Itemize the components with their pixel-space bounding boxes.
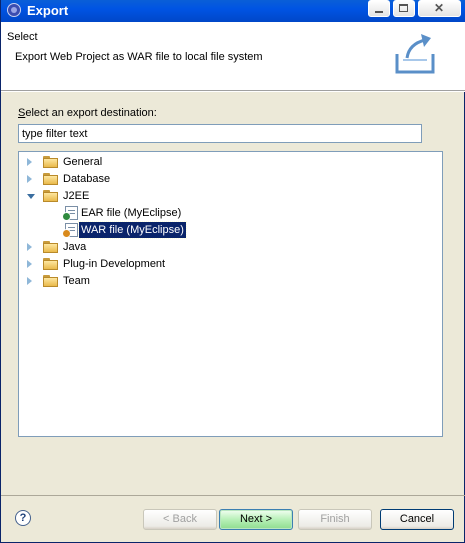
folder-icon <box>43 173 59 185</box>
window-title: Export <box>27 3 69 18</box>
folder-open-icon <box>43 190 59 202</box>
folder-icon <box>43 258 59 270</box>
tree-item-label: Team <box>63 275 90 287</box>
close-button[interactable]: ✕ <box>418 0 461 17</box>
tree-item-label: EAR file (MyEclipse) <box>81 207 182 219</box>
wizard-tree[interactable]: General Database J2EE EAR file (MyEclips… <box>18 151 443 437</box>
folder-icon <box>43 275 59 287</box>
tree-item-label: Java <box>63 241 87 253</box>
next-button[interactable]: Next > <box>219 509 293 530</box>
collapse-icon[interactable] <box>27 194 35 199</box>
war-file-icon <box>62 223 78 238</box>
minimize-button[interactable] <box>368 0 390 17</box>
tree-item-label: General <box>63 156 103 168</box>
expand-icon[interactable] <box>27 260 32 268</box>
folder-icon <box>43 241 59 253</box>
filter-input[interactable] <box>18 124 422 143</box>
title-bar[interactable]: Export ✕ <box>1 0 465 22</box>
folder-icon <box>43 156 59 168</box>
export-destination-label: Select an export destination: <box>18 107 157 119</box>
expand-icon[interactable] <box>27 158 32 166</box>
ear-file-icon <box>62 206 78 221</box>
button-bar-divider <box>1 495 465 496</box>
export-dialog: Export ✕ Select Export Web Project as WA… <box>0 0 465 543</box>
back-button[interactable]: < Back <box>143 509 217 530</box>
expand-icon[interactable] <box>27 277 32 285</box>
export-banner-icon <box>395 34 435 74</box>
label-text: elect an export destination: <box>25 107 157 119</box>
expand-icon[interactable] <box>27 175 32 183</box>
help-icon[interactable]: ? <box>15 510 31 526</box>
tree-item-label: WAR file (MyEclipse) <box>78 221 187 239</box>
header-divider <box>1 91 465 92</box>
wizard-header: Select Export Web Project as WAR file to… <box>1 22 465 91</box>
close-icon: ✕ <box>434 1 445 15</box>
finish-button[interactable]: Finish <box>298 509 372 530</box>
page-description: Export Web Project as WAR file to local … <box>15 51 263 63</box>
maximize-button[interactable] <box>393 0 415 17</box>
tree-item-label: J2EE <box>63 190 90 202</box>
expand-icon[interactable] <box>27 243 32 251</box>
cancel-button[interactable]: Cancel <box>380 509 454 530</box>
tree-item-label: Plug-in Development <box>63 258 166 270</box>
tree-item-label: Database <box>63 173 111 185</box>
page-title: Select <box>7 31 38 43</box>
eclipse-icon <box>7 3 21 17</box>
